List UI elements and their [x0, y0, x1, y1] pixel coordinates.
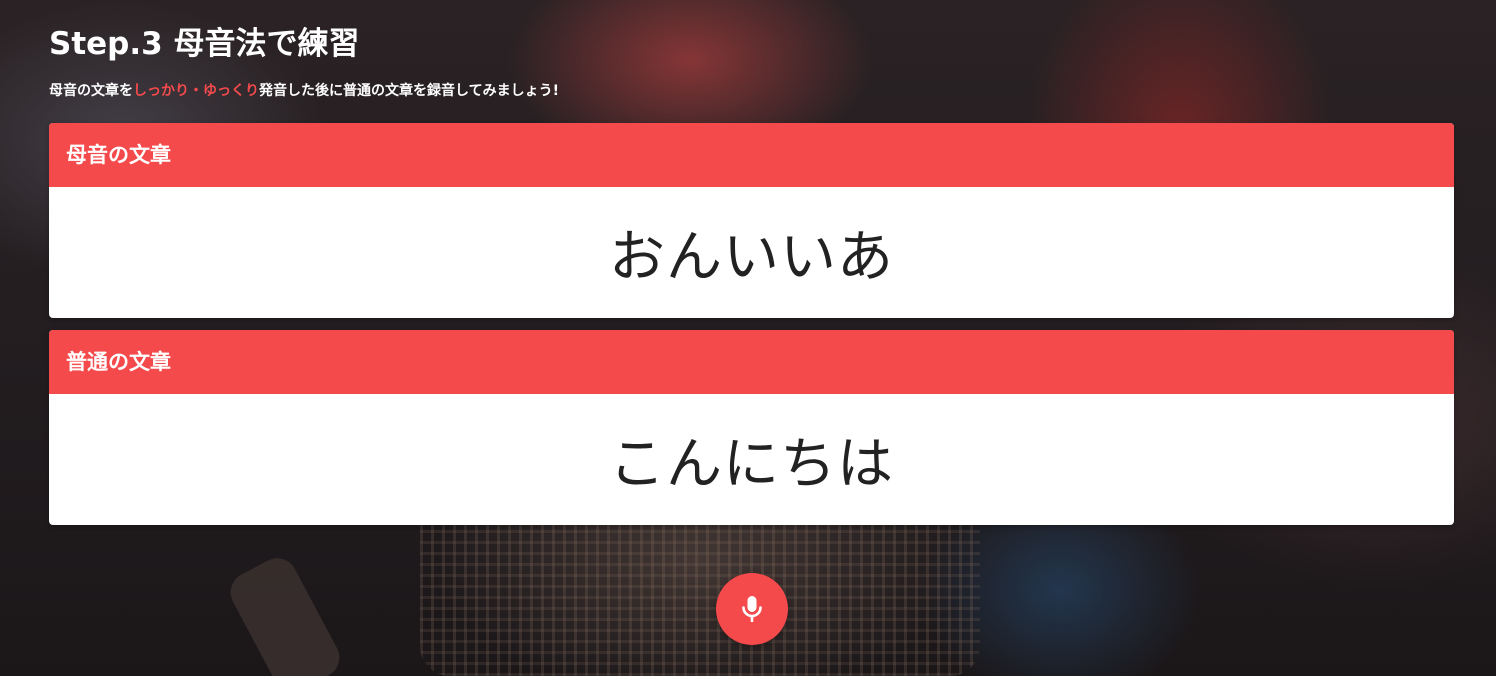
record-button[interactable]	[716, 573, 788, 645]
normal-sentence-body: こんにちは	[49, 394, 1454, 525]
instruction-highlight: しっかり・ゆっくり	[133, 83, 259, 99]
normal-sentence-card: 普通の文章 こんにちは	[49, 330, 1454, 525]
microphone-icon	[742, 596, 762, 622]
vowel-sentence-text: おんいいあ	[609, 225, 894, 290]
instruction-text: 母音の文章をしっかり・ゆっくり発音した後に普通の文章を録音してみましょう!	[49, 80, 559, 100]
instruction-tail: 発音した後に普通の文章を録音してみましょう!	[259, 83, 559, 99]
vowel-sentence-card: 母音の文章 おんいいあ	[49, 123, 1454, 318]
normal-sentence-text: こんにちは	[609, 432, 894, 497]
normal-sentence-header: 普通の文章	[49, 330, 1454, 394]
vowel-sentence-header: 母音の文章	[49, 123, 1454, 187]
instruction-lead: 母音の文章を	[49, 83, 133, 99]
microphone-strap-decoration	[223, 551, 347, 676]
page-title: Step.3 母音法で練習	[49, 26, 360, 62]
vowel-sentence-body: おんいいあ	[49, 187, 1454, 318]
